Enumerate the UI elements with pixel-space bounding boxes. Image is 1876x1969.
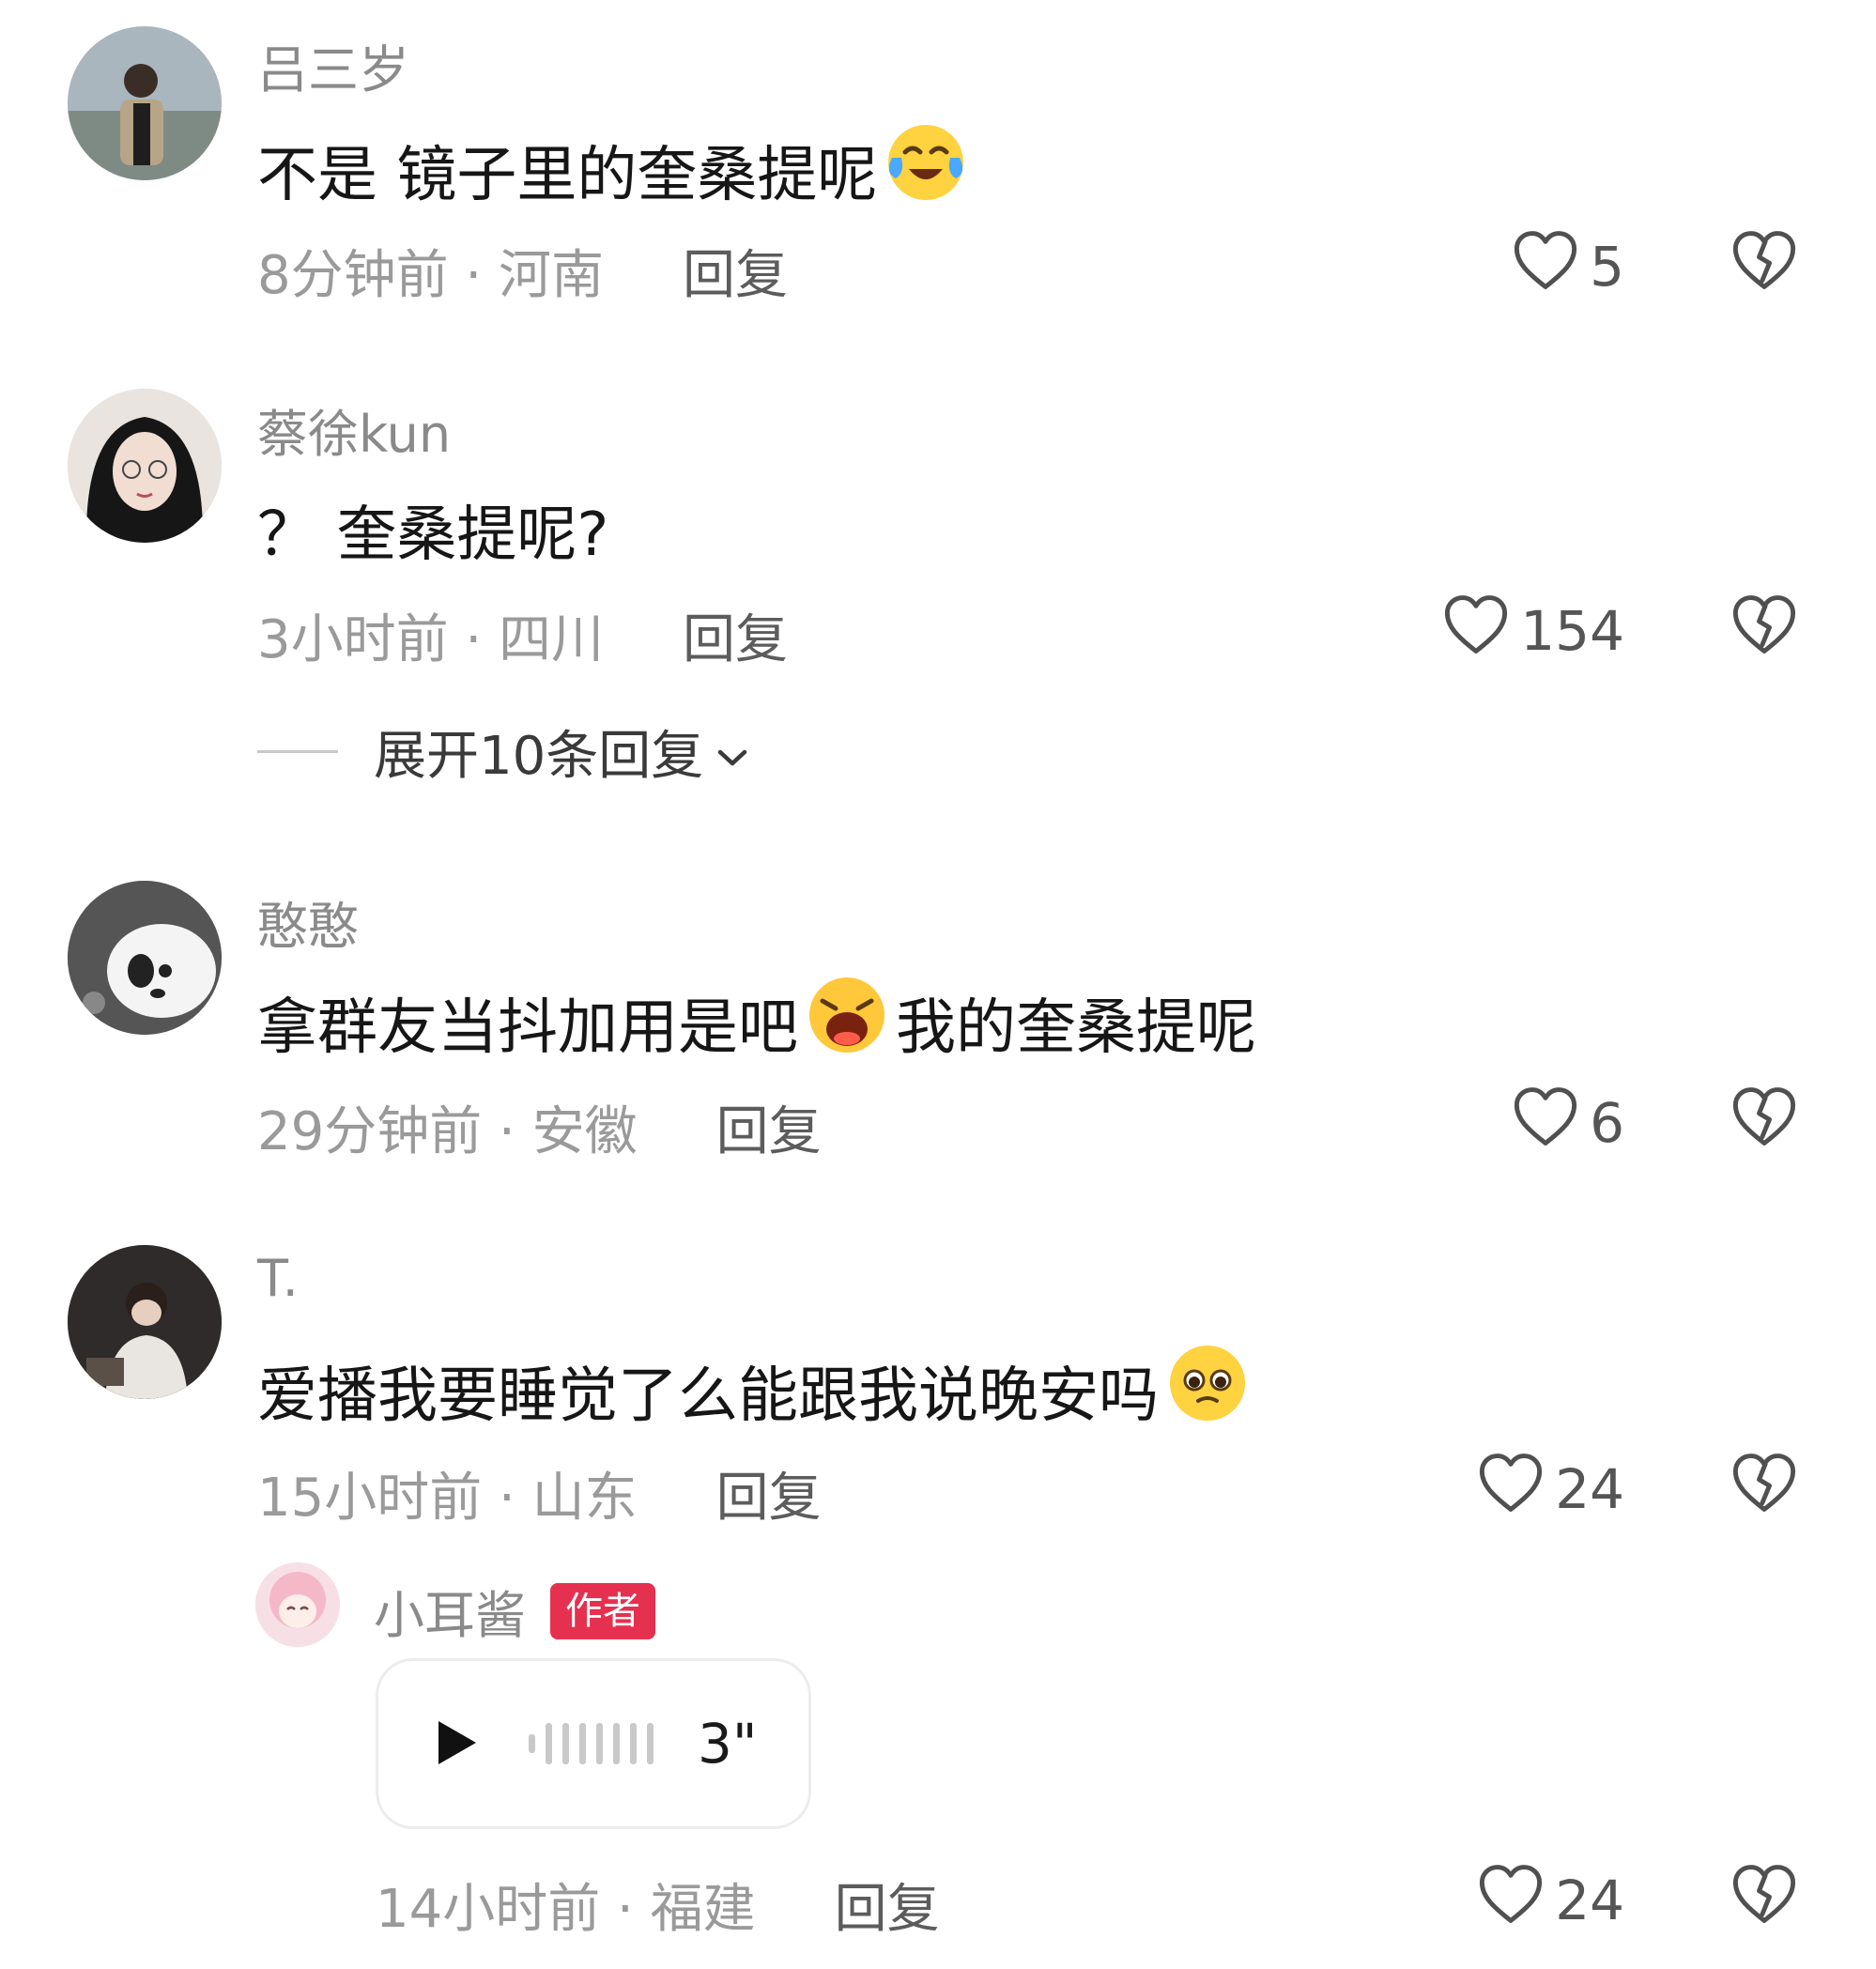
like-button[interactable]: 5 (1513, 229, 1624, 304)
crying-face-icon (881, 120, 971, 220)
reply-button[interactable]: 回复 (683, 233, 788, 309)
comment-text: 不是 镜子里的奎桑提呢 (257, 120, 975, 220)
like-count: 24 (1555, 1869, 1624, 1932)
comment-text: ？ 奎桑提呢? (257, 486, 608, 573)
comment-text: 爱播我要睡觉了么能跟我说晚安吗 (257, 1341, 1256, 1440)
dislike-button[interactable] (1731, 1452, 1797, 1517)
time-location: 14小时前 · 福建 (376, 1879, 756, 1940)
like-count: 24 (1555, 1457, 1624, 1521)
dislike-button[interactable] (1731, 1863, 1797, 1929)
divider (257, 750, 338, 753)
comment-text: 拿群友当抖加用是吧 我的奎桑提呢 (257, 973, 1256, 1072)
avatar[interactable] (68, 389, 222, 543)
avatar[interactable] (68, 881, 222, 1035)
author-name-row: 小耳酱 作者 (374, 1574, 655, 1648)
time-location: 3小时前 · 四川 (257, 609, 605, 670)
like-button[interactable]: 24 (1478, 1452, 1624, 1527)
broken-heart-icon (1731, 277, 1797, 295)
comment-text-body: 不是 镜子里的奎桑提呢 (257, 141, 878, 210)
voice-message[interactable]: 3" (376, 1658, 811, 1829)
like-count: 154 (1520, 599, 1624, 663)
heart-icon (1443, 593, 1509, 669)
comment-meta: 8分钟前 · 河南 回复 (257, 233, 788, 309)
comment-text-body: ？ 奎桑提呢? (257, 500, 609, 570)
broken-heart-icon (1731, 1500, 1797, 1517)
username[interactable]: 小耳酱 (374, 1574, 526, 1648)
time-location: 8分钟前 · 河南 (257, 245, 605, 306)
like-count: 5 (1590, 235, 1624, 299)
like-button[interactable]: 6 (1513, 1085, 1624, 1161)
username[interactable]: 憨憨 (257, 885, 359, 959)
comment-meta: 3小时前 · 四川 回复 (257, 597, 788, 673)
comment-meta: 14小时前 · 福建 回复 (376, 1867, 940, 1943)
comment-text-body: 拿群友当抖加用是吧 (257, 993, 798, 1063)
play-icon[interactable] (435, 1717, 480, 1772)
comment-meta: 29分钟前 · 安徽 回复 (257, 1089, 822, 1165)
reply-button[interactable]: 回复 (716, 1089, 822, 1165)
heart-icon (1513, 229, 1578, 304)
dislike-button[interactable] (1731, 229, 1797, 295)
voice-duration: 3" (698, 1712, 758, 1776)
reply-button[interactable]: 回复 (835, 1867, 940, 1943)
broken-heart-icon (1731, 1911, 1797, 1929)
dislike-button[interactable] (1731, 1085, 1797, 1151)
time-location: 15小时前 · 山东 (257, 1468, 638, 1529)
loudly-crying-face-icon (802, 973, 892, 1072)
avatar[interactable] (68, 26, 222, 180)
reply-button[interactable]: 回复 (683, 597, 788, 673)
waveform-icon (527, 1715, 658, 1776)
chevron-down-icon (716, 721, 748, 782)
author-badge: 作者 (550, 1582, 655, 1639)
like-button[interactable]: 154 (1443, 593, 1624, 669)
comment-text-tail: 我的奎桑提呢 (896, 993, 1256, 1063)
username[interactable]: 吕三岁 (257, 28, 409, 102)
broken-heart-icon (1731, 1133, 1797, 1151)
avatar[interactable] (68, 1245, 222, 1399)
like-button[interactable]: 24 (1478, 1863, 1624, 1938)
username[interactable]: 蔡徐kun (257, 392, 451, 467)
time-location: 29分钟前 · 安徽 (257, 1101, 638, 1162)
comment-meta: 15小时前 · 山东 回复 (257, 1455, 822, 1531)
dislike-button[interactable] (1731, 593, 1797, 659)
heart-icon (1478, 1452, 1544, 1527)
like-count: 6 (1590, 1091, 1624, 1155)
broken-heart-icon (1731, 641, 1797, 659)
comment-text-body: 爱播我要睡觉了么能跟我说晚安吗 (257, 1361, 1159, 1431)
heart-icon (1513, 1085, 1578, 1161)
pleading-face-icon (1162, 1341, 1253, 1440)
username[interactable]: T. (257, 1249, 299, 1308)
expand-replies-label: 展开10条回复 (374, 726, 704, 787)
heart-icon (1478, 1863, 1544, 1938)
expand-replies-button[interactable]: 展开10条回复 (257, 714, 748, 790)
reply-button[interactable]: 回复 (716, 1455, 822, 1531)
author-avatar[interactable] (255, 1562, 340, 1647)
